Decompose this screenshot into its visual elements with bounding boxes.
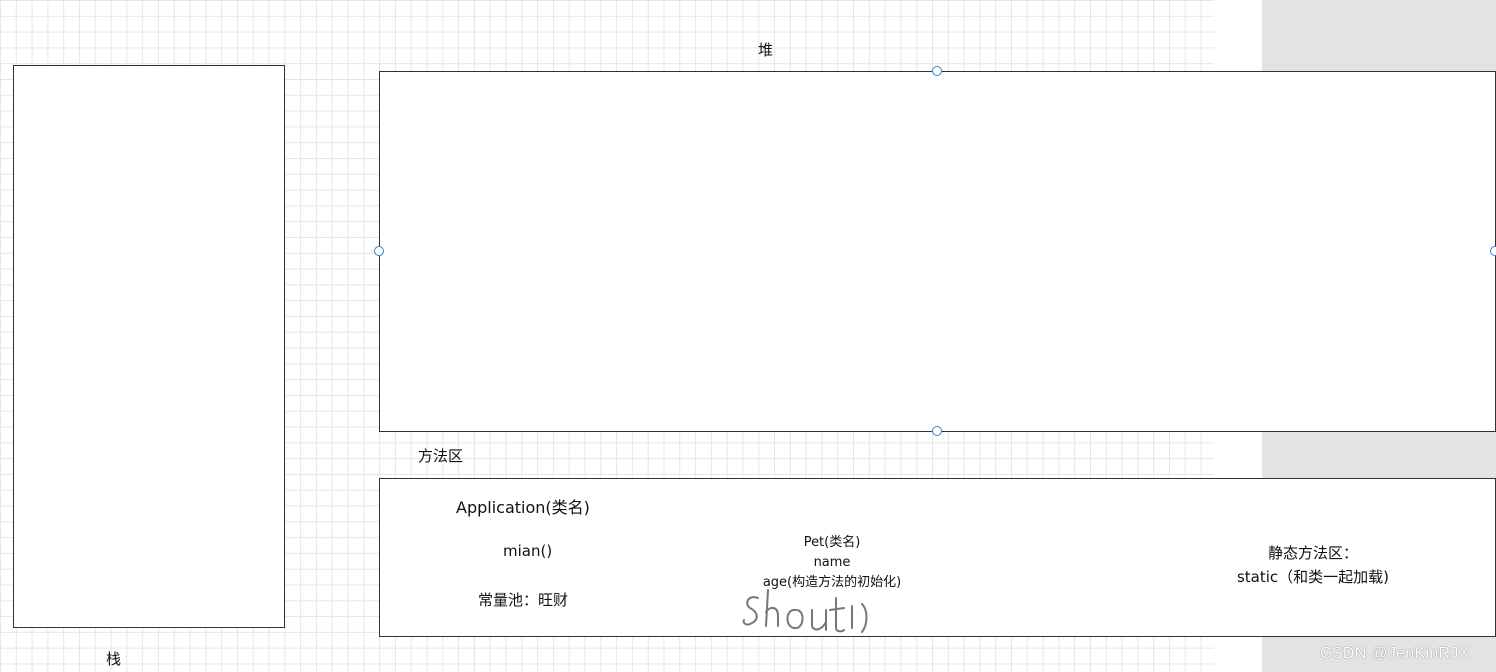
stack-box[interactable] <box>13 65 285 628</box>
resize-handle-top[interactable] <box>932 66 942 76</box>
resize-handle-bottom[interactable] <box>932 426 942 436</box>
main-method-text: mian() <box>503 542 553 560</box>
pet-class-text: Pet(类名) name age(构造方法的初始化) <box>731 533 933 593</box>
resize-handle-left[interactable] <box>374 246 384 256</box>
resize-handle-right[interactable] <box>1490 246 1496 256</box>
static-area-note: static（和类一起加载) <box>1236 568 1390 586</box>
pet-class-name: Pet(类名) <box>803 535 861 550</box>
static-area-title: 静态方法区： <box>1267 544 1358 562</box>
static-area-text: 静态方法区： static（和类一起加载) <box>1213 541 1413 589</box>
constant-pool-text: 常量池：旺财 <box>478 591 569 609</box>
pet-field-name: name <box>813 555 851 570</box>
heap-label: 堆 <box>758 41 774 59</box>
stack-label: 栈 <box>106 650 122 668</box>
watermark-text: CSDN @JenKinRJX <box>1320 645 1470 662</box>
heap-box[interactable] <box>379 71 1496 432</box>
handwriting-scribble <box>738 586 873 646</box>
application-class-text: Application(类名) <box>456 498 590 517</box>
method-area-label: 方法区 <box>418 447 464 465</box>
